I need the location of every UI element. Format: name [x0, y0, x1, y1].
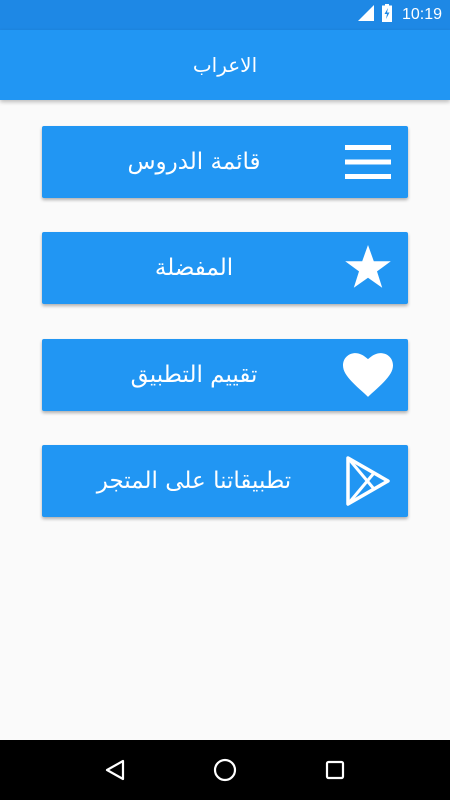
- heart-icon: [328, 339, 408, 411]
- rate-app-button[interactable]: تقييم التطبيق: [42, 339, 408, 411]
- signal-icon: [357, 5, 374, 25]
- store-apps-button[interactable]: تطبيقاتنا على المتجر: [42, 445, 408, 517]
- star-icon: [328, 232, 408, 304]
- home-icon[interactable]: [205, 750, 245, 790]
- app-bar: الاعراب: [0, 30, 450, 100]
- rate-app-label: تقييم التطبيق: [130, 362, 258, 388]
- status-time: 10:19: [401, 6, 442, 23]
- system-nav-bar: [0, 740, 450, 800]
- lessons-list-label: قائمة الدروس: [127, 149, 261, 175]
- page-title: الاعراب: [192, 53, 258, 77]
- back-icon[interactable]: [95, 750, 135, 790]
- favorites-button[interactable]: المفضلة: [42, 232, 408, 304]
- battery-icon: [381, 4, 392, 26]
- store-apps-label: تطبيقاتنا على المتجر: [96, 468, 292, 494]
- favorites-label: المفضلة: [154, 255, 234, 281]
- lessons-list-button[interactable]: قائمة الدروس: [42, 126, 408, 198]
- recents-icon[interactable]: [315, 750, 355, 790]
- play-store-icon: [328, 445, 408, 517]
- status-bar: 10:19: [0, 0, 450, 30]
- menu-list-icon: [328, 126, 408, 198]
